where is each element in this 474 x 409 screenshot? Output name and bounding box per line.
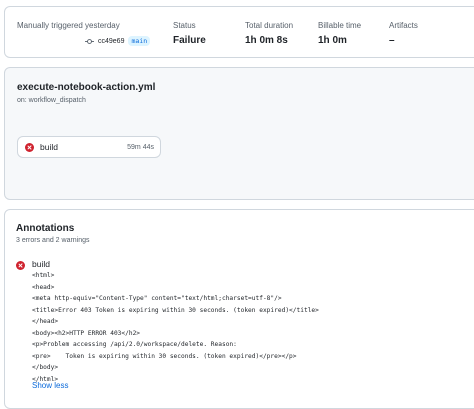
annotations-summary: 3 errors and 2 warnings: [16, 237, 90, 244]
annotation-line: <html>: [32, 272, 55, 279]
annotation-line: <title>Error 403 Token is expiring withi…: [32, 306, 319, 314]
status-value: Failure: [173, 35, 206, 46]
job-name: build: [40, 142, 58, 152]
run-summary-card: Manually triggered yesterday cc49e69 mai…: [4, 6, 474, 58]
x-circle-icon: [25, 142, 34, 152]
billable-value[interactable]: 1h 0m: [318, 35, 347, 46]
job-duration: 59m 44s: [127, 143, 154, 151]
branch-badge[interactable]: main: [128, 36, 151, 46]
duration-value: 1h 0m 8s: [245, 35, 288, 46]
artifacts-value: –: [389, 35, 395, 46]
commit-sha-link[interactable]: cc49e69: [98, 38, 124, 45]
annotation-line: </html>: [32, 375, 59, 383]
workflow-graph-card: execute-notebook-action.yml on: workflow…: [4, 67, 474, 200]
annotations-title: Annotations: [16, 223, 75, 234]
annotations-card: Annotations 3 errors and 2 warnings buil…: [4, 209, 474, 409]
annotation-line: <body><h2>HTTP ERROR 403</h2>: [32, 329, 141, 337]
trigger-label: Manually triggered yesterday: [17, 21, 120, 30]
annotation-line: <head>: [32, 283, 55, 291]
annotation-line: <pre> Token is expiring within 30 second…: [32, 352, 297, 360]
annotation-line: <p>Problem accessing /api/2.0/workspace/…: [32, 341, 237, 348]
billable-label: Billable time: [318, 21, 362, 30]
annotation-line: </body>: [32, 364, 59, 371]
workflow-trigger: on: workflow_dispatch: [17, 97, 86, 104]
annotation-message: <html> <head> <meta http-equiv="Content-…: [32, 270, 319, 385]
annotation-job-link[interactable]: build: [32, 259, 50, 269]
duration-label: Total duration: [245, 21, 294, 30]
artifacts-label: Artifacts: [389, 21, 418, 30]
x-circle-icon: [16, 261, 25, 270]
annotation-line: </head>: [32, 318, 59, 325]
show-less-link[interactable]: Show less: [32, 381, 68, 390]
git-commit-icon: [85, 38, 94, 44]
annotation-line: <meta http-equiv="Content-Type" content=…: [32, 295, 282, 302]
commit-info: cc49e69 main: [85, 36, 151, 46]
job-build-card[interactable]: build 59m 44s: [17, 136, 161, 158]
workflow-file-name: execute-notebook-action.yml: [17, 82, 156, 93]
status-label: Status: [173, 21, 196, 30]
